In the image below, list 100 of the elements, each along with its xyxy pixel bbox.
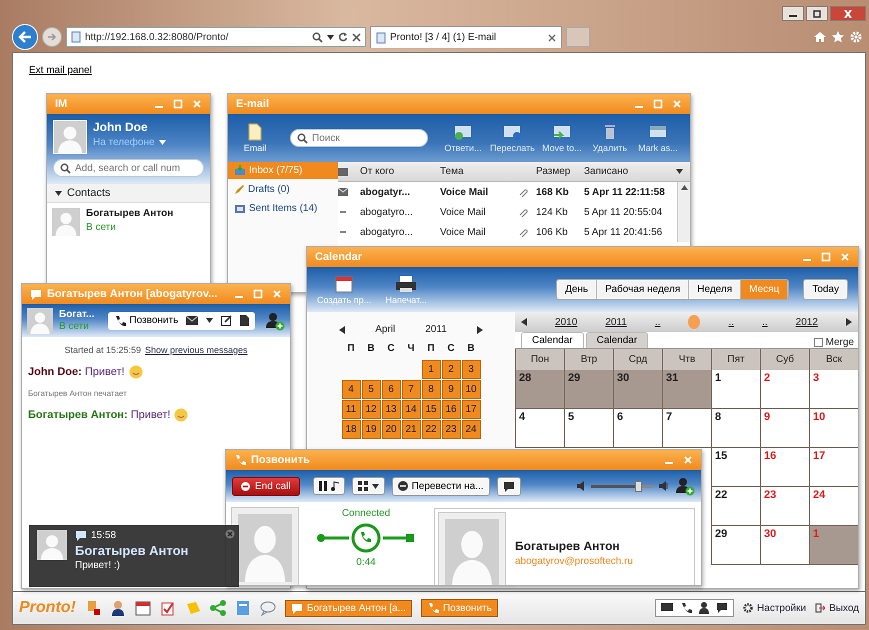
date-cell[interactable]: 23 [442,420,460,439]
chat-button[interactable] [496,476,521,496]
year-link[interactable]: 2010 [555,316,578,328]
day-cell[interactable]: 28 [515,370,564,409]
dialpad-button[interactable] [352,477,385,495]
back-button[interactable] [12,24,38,50]
maximize-icon[interactable] [173,99,183,109]
day-cell[interactable]: 3 [809,370,858,409]
tasks-icon[interactable] [160,600,176,616]
star-icon[interactable] [832,31,844,43]
day-cell[interactable]: 29 [711,526,760,565]
search-field[interactable]: Add, search or call num [53,159,204,177]
day-cell[interactable]: 6 [613,409,662,448]
share-icon[interactable] [210,600,226,616]
new-email-button[interactable]: Email [234,123,276,153]
date-cell[interactable]: 2 [442,360,460,379]
date-cell[interactable]: 21 [402,420,420,439]
transfer-button[interactable]: Перевести на... [392,476,490,496]
date-cell[interactable]: 4 [342,380,360,399]
address-bar[interactable]: http://192.168.0.32:8080/Pronto/ [66,27,366,47]
toolbar-button[interactable]: Mark as... [636,123,679,153]
group-header[interactable]: Contacts [47,184,210,203]
date-cell[interactable]: 18 [342,420,360,439]
close-icon[interactable] [225,529,235,539]
day-cell[interactable]: 7 [662,409,711,448]
year-link[interactable]: 2012 [796,316,818,328]
day-cell[interactable]: 5 [564,409,613,448]
close-icon[interactable] [352,32,361,42]
date-cell[interactable]: 24 [462,420,480,439]
date-cell[interactable]: 12 [362,400,380,419]
day-cell[interactable]: 22 [711,487,760,526]
email-row[interactable]: abogatyro... Voice Mail 124 Kb 5 Apr 11 20:55:04 [338,202,677,222]
date-cell[interactable]: 3 [462,360,480,379]
envelope-icon[interactable] [186,316,198,325]
view-tab[interactable]: Неделя [689,280,742,299]
day-cell[interactable]: 10 [809,409,858,448]
person-icon[interactable] [699,602,710,614]
arrow-right-icon[interactable] [476,326,483,334]
email-row[interactable]: abogatyro... Voice Mail 106 Kb 5 Apr 11 20:41:56 [338,222,677,242]
arrow-left-icon[interactable] [339,326,346,334]
folder-item[interactable]: Drafts (0) [228,181,338,198]
file-icon[interactable] [240,315,250,326]
date-cell[interactable]: 14 [402,400,420,419]
year-link[interactable]: .. [654,316,660,328]
day-cell[interactable]: 31 [662,370,711,409]
calendar-tab[interactable]: Calendar [586,332,648,348]
close-icon[interactable] [548,34,556,42]
toolbar-button[interactable]: Переслать [490,123,535,153]
day-cell[interactable]: 29 [564,370,613,409]
minimize-button[interactable] [782,6,804,21]
date-cell[interactable]: 16 [442,400,460,419]
column-header[interactable]: От кого [360,166,440,177]
maximize-button[interactable] [806,6,828,21]
column-header[interactable]: Записано [584,166,676,177]
day-cell[interactable]: 23 [760,487,809,526]
link[interactable]: Ext mail panel [29,65,92,76]
browser-tab[interactable]: Pronto! [3 / 4] (1) E-mail [370,26,562,48]
phonebook-icon[interactable] [234,600,251,616]
date-cell[interactable]: 11 [342,400,360,419]
year-link[interactable]: .. [728,316,734,328]
date-cell[interactable]: 15 [422,400,440,419]
date-cell[interactable]: 1 [422,360,440,379]
arrow-left-icon[interactable] [521,318,527,326]
contact-item[interactable]: Богатырев Антон В сети [47,203,210,241]
edit-icon[interactable] [221,315,232,326]
day-cell[interactable]: 1 [711,370,760,409]
history-link[interactable]: Show previous messages [145,345,248,355]
date-cell[interactable]: 20 [382,420,400,439]
search-input[interactable]: Add, search or call num [75,162,197,174]
date-cell[interactable]: 17 [462,400,480,419]
calendar-tab[interactable]: Calendar [521,332,584,348]
date-cell[interactable]: 22 [422,420,440,439]
arrow-right-icon[interactable] [846,318,852,326]
view-tab[interactable]: Рабочая неделя [597,280,690,299]
scrollbar[interactable] [677,182,690,242]
date-cell[interactable]: 8 [422,380,440,399]
add-contact-icon[interactable] [265,310,285,330]
refresh-icon[interactable] [338,32,348,42]
date-cell[interactable]: 19 [362,420,380,439]
maximize-icon[interactable] [821,252,831,262]
home-icon[interactable] [814,31,826,43]
day-cell[interactable]: 4 [515,409,564,448]
day-cell[interactable]: 15 [711,448,760,487]
gear-icon[interactable] [850,31,862,43]
search-field[interactable]: Поиск [290,129,428,147]
add-contact-icon[interactable] [675,476,695,496]
email-row[interactable]: abogatyr... Voice Mail 168 Kb 5 Apr 11 22:11:58 [338,182,677,202]
year-link[interactable]: 2011 [605,316,627,328]
call-button[interactable]: Позвонить [114,314,178,326]
toolbar-button[interactable]: Ответи... [442,123,484,153]
column-header[interactable]: Тема [440,166,518,177]
today-button[interactable]: Today [803,279,848,300]
date-cell[interactable]: 13 [382,400,400,419]
end-call-button[interactable]: End call [232,476,300,496]
day-cell[interactable]: 30 [613,370,662,409]
year-link[interactable]: .. [762,316,768,328]
view-tab[interactable]: День [557,280,598,299]
date-cell[interactable]: 10 [462,380,480,399]
toolbar-button[interactable]: Удалить [588,123,631,153]
folder-item[interactable]: Sent Items (14) [228,200,338,217]
